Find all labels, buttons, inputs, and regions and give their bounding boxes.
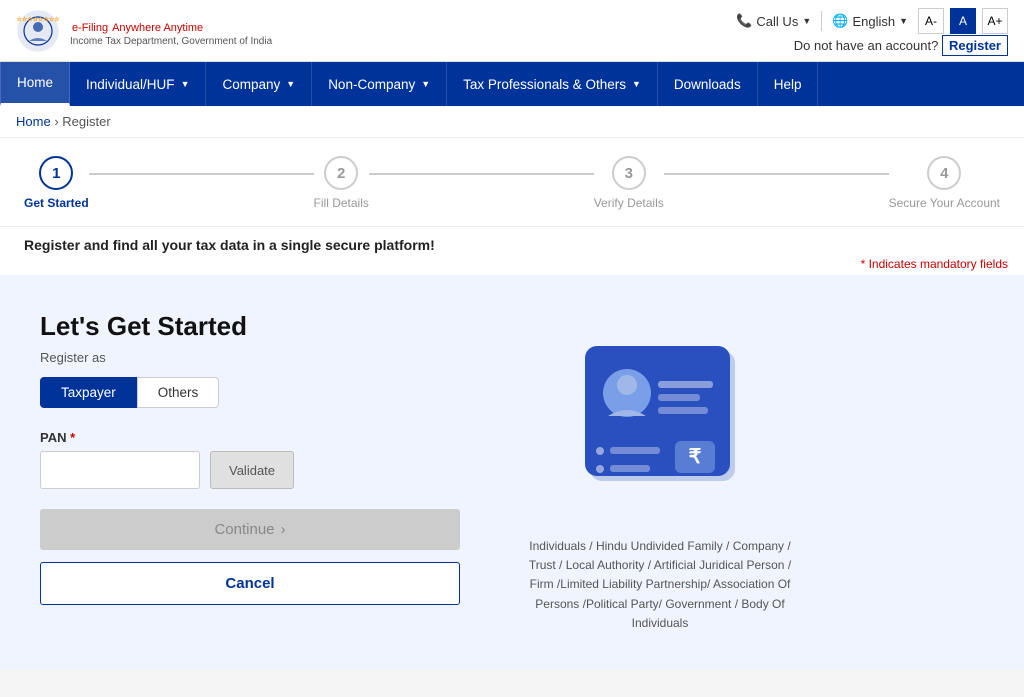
nav-company-caret: ▼: [286, 79, 295, 89]
language-label: English: [852, 14, 895, 29]
svg-text:₹: ₹: [689, 446, 702, 468]
pan-label-text: PAN: [40, 430, 66, 445]
nav-help-label: Help: [774, 77, 802, 92]
breadcrumb-home-link[interactable]: Home: [16, 114, 51, 129]
nav-home-label: Home: [17, 75, 53, 90]
nav-item-help[interactable]: Help: [758, 62, 819, 106]
illustration-side: ₹ Individuals / Hindu Undivided Family /…: [520, 311, 800, 633]
tagline-bar: Register and find all your tax data in a…: [0, 227, 1024, 257]
globe-icon: 🌐: [832, 13, 848, 29]
step-3: 3 Verify Details: [594, 156, 664, 210]
form-heading: Let's Get Started: [40, 311, 460, 342]
step-line-2: [369, 173, 594, 175]
nav-item-downloads[interactable]: Downloads: [658, 62, 758, 106]
logo-area: ☆☆☆☆☆☆☆☆ e-Filing Anywhere Anytime Income…: [16, 9, 272, 53]
svg-text:☆☆☆☆☆☆☆☆: ☆☆☆☆☆☆☆☆: [16, 16, 60, 23]
step-1: 1 Get Started: [24, 156, 89, 210]
others-toggle[interactable]: Others: [137, 377, 220, 408]
step-2-circle: 2: [324, 156, 358, 190]
tagline-text: Register and find all your tax data in a…: [24, 237, 1000, 253]
logo-subtitle: Income Tax Department, Government of Ind…: [70, 36, 272, 47]
pan-input[interactable]: [40, 451, 200, 489]
nav-taxpro-caret: ▼: [632, 79, 641, 89]
pan-field-label: PAN *: [40, 430, 460, 445]
top-bar: ☆☆☆☆☆☆☆☆ e-Filing Anywhere Anytime Income…: [0, 0, 1024, 62]
step-2: 2 Fill Details: [314, 156, 369, 210]
nav-individual-caret: ▼: [181, 79, 190, 89]
nav-item-company[interactable]: Company ▼: [206, 62, 312, 106]
continue-arrow: ›: [281, 521, 286, 538]
nav-noncompany-caret: ▼: [421, 79, 430, 89]
mandatory-note: * Indicates mandatory fields: [0, 257, 1024, 275]
logo-title: e-Filing Anywhere Anytime: [70, 15, 272, 36]
nav-taxpro-label: Tax Professionals & Others: [463, 77, 626, 92]
top-right-controls: 📞 Call Us ▼ 🌐 English ▼ A- A A+ Do not h…: [736, 8, 1008, 53]
taxpayer-toggle[interactable]: Taxpayer: [40, 377, 137, 408]
form-side: Let's Get Started Register as Taxpayer O…: [40, 311, 460, 633]
step-1-label: Get Started: [24, 196, 89, 210]
phone-icon: 📞: [736, 13, 752, 29]
cancel-button[interactable]: Cancel: [40, 562, 460, 605]
nav-item-tax-professionals[interactable]: Tax Professionals & Others ▼: [447, 62, 658, 106]
breadcrumb: Home › Register: [0, 106, 1024, 138]
register-notice: Do not have an account? Register: [794, 38, 1008, 53]
pan-row: Validate: [40, 451, 460, 489]
main-card: Let's Get Started Register as Taxpayer O…: [0, 275, 1024, 669]
step-2-label: Fill Details: [314, 196, 369, 210]
pan-required-marker: *: [70, 430, 75, 445]
font-decrease-button[interactable]: A-: [918, 8, 944, 34]
divider: [821, 11, 822, 31]
font-increase-button[interactable]: A+: [982, 8, 1008, 34]
emblem-icon: ☆☆☆☆☆☆☆☆: [16, 9, 60, 53]
id-card-illustration: ₹: [570, 321, 750, 521]
step-line-3: [664, 173, 889, 175]
call-us-button[interactable]: 📞 Call Us ▼: [736, 13, 811, 29]
step-4-circle: 4: [927, 156, 961, 190]
step-3-label: Verify Details: [594, 196, 664, 210]
breadcrumb-current: Register: [62, 114, 110, 129]
step-3-circle: 3: [612, 156, 646, 190]
illustration-caption: Individuals / Hindu Undivided Family / C…: [520, 537, 800, 633]
validate-button[interactable]: Validate: [210, 451, 294, 489]
language-button[interactable]: 🌐 English ▼: [832, 13, 908, 29]
call-us-label: Call Us: [756, 14, 798, 29]
nav-item-home[interactable]: Home: [0, 62, 70, 106]
nav-noncompany-label: Non-Company: [328, 77, 415, 92]
nav-item-noncompany[interactable]: Non-Company ▼: [312, 62, 447, 106]
efiling-brand: e-Filing: [72, 22, 108, 34]
toggle-group: Taxpayer Others: [40, 377, 460, 408]
stepper-container: 1 Get Started 2 Fill Details 3 Verify De…: [0, 138, 1024, 227]
register-link[interactable]: Register: [942, 35, 1008, 56]
step-line-1: [89, 173, 314, 175]
nav-company-label: Company: [222, 77, 280, 92]
continue-label: Continue: [214, 521, 274, 538]
font-controls: A- A A+: [918, 8, 1008, 34]
logo-text: e-Filing Anywhere Anytime Income Tax Depa…: [70, 15, 272, 47]
logo-tagline: Anywhere Anytime: [112, 22, 203, 34]
call-caret-icon: ▼: [802, 16, 811, 26]
lang-caret-icon: ▼: [899, 16, 908, 26]
register-notice-text: Do not have an account?: [794, 38, 939, 53]
nav-downloads-label: Downloads: [674, 77, 741, 92]
step-1-circle: 1: [39, 156, 73, 190]
utility-controls: 📞 Call Us ▼ 🌐 English ▼ A- A A+: [736, 8, 1008, 34]
font-default-button[interactable]: A: [950, 8, 976, 34]
stepper: 1 Get Started 2 Fill Details 3 Verify De…: [24, 156, 1000, 210]
nav-item-individual[interactable]: Individual/HUF ▼: [70, 62, 206, 106]
step-4-label: Secure Your Account: [889, 196, 1000, 210]
main-navbar: Home Individual/HUF ▼ Company ▼ Non-Comp…: [0, 62, 1024, 106]
step-4: 4 Secure Your Account: [889, 156, 1000, 210]
nav-individual-label: Individual/HUF: [86, 77, 175, 92]
continue-button[interactable]: Continue ›: [40, 509, 460, 550]
register-as-label: Register as: [40, 350, 460, 365]
